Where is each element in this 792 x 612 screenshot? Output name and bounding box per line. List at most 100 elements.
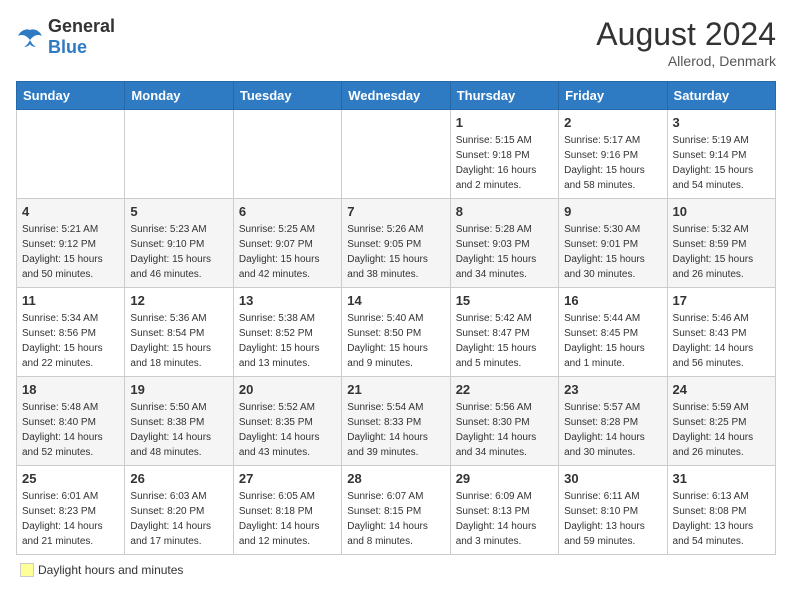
day-info-31: Sunrise: 6:13 AM Sunset: 8:08 PM Dayligh… [673,489,770,549]
day-info-29: Sunrise: 6:09 AM Sunset: 8:13 PM Dayligh… [456,489,553,549]
day-info-18: Sunrise: 5:48 AM Sunset: 8:40 PM Dayligh… [22,400,119,460]
cell-week4-day6: 31 Sunrise: 6:13 AM Sunset: 8:08 PM Dayli… [667,466,775,555]
cell-week2-day5: 16 Sunrise: 5:44 AM Sunset: 8:45 PM Dayli… [559,288,667,377]
day-number-16: 16 [564,293,661,308]
day-number-13: 13 [239,293,336,308]
day-number-14: 14 [347,293,444,308]
cell-week0-day5: 2 Sunrise: 5:17 AM Sunset: 9:16 PM Daylig… [559,110,667,199]
location-subtitle: Allerod, Denmark [596,53,776,69]
day-info-17: Sunrise: 5:46 AM Sunset: 8:43 PM Dayligh… [673,311,770,371]
week-row-3: 18 Sunrise: 5:48 AM Sunset: 8:40 PM Dayli… [17,377,776,466]
month-year-title: August 2024 [596,16,776,53]
logo-bird-icon [16,26,44,48]
legend-daylight: Daylight hours and minutes [20,563,183,577]
logo-general: General [48,16,115,36]
col-friday: Friday [559,82,667,110]
title-block: August 2024 Allerod, Denmark [596,16,776,69]
cell-week1-day5: 9 Sunrise: 5:30 AM Sunset: 9:01 PM Daylig… [559,199,667,288]
day-info-23: Sunrise: 5:57 AM Sunset: 8:28 PM Dayligh… [564,400,661,460]
day-number-5: 5 [130,204,227,219]
week-row-2: 11 Sunrise: 5:34 AM Sunset: 8:56 PM Dayli… [17,288,776,377]
cell-week4-day4: 29Sunrise: 6:09 AM Sunset: 8:13 PM Dayli… [450,466,558,555]
cell-week0-day1 [125,110,233,199]
logo-blue: Blue [48,37,87,57]
week-row-1: 4Sunrise: 5:21 AM Sunset: 9:12 PM Daylig… [17,199,776,288]
day-info-8: Sunrise: 5:28 AM Sunset: 9:03 PM Dayligh… [456,222,553,282]
cell-week3-day4: 22 Sunrise: 5:56 AM Sunset: 8:30 PM Dayli… [450,377,558,466]
day-number-11: 11 [22,293,119,308]
day-number-22: 22 [456,382,553,397]
cell-week2-day0: 11 Sunrise: 5:34 AM Sunset: 8:56 PM Dayli… [17,288,125,377]
day-number-21: 21 [347,382,444,397]
day-info-11: Sunrise: 5:34 AM Sunset: 8:56 PM Dayligh… [22,311,119,371]
day-number-2: 2 [564,115,661,130]
cell-week1-day2: 6Sunrise: 5:25 AM Sunset: 9:07 PM Daylig… [233,199,341,288]
cell-week3-day2: 20Sunrise: 5:52 AM Sunset: 8:35 PM Dayli… [233,377,341,466]
cell-week4-day1: 26 Sunrise: 6:03 AM Sunset: 8:20 PM Dayli… [125,466,233,555]
day-number-30: 30 [564,471,661,486]
page-header: General Blue August 2024 Allerod, Denmar… [16,16,776,69]
calendar-table: Sunday Monday Tuesday Wednesday Thursday… [16,81,776,555]
day-info-24: Sunrise: 5:59 AM Sunset: 8:25 PM Dayligh… [673,400,770,460]
day-number-19: 19 [130,382,227,397]
day-number-26: 26 [130,471,227,486]
day-number-24: 24 [673,382,770,397]
day-info-6: Sunrise: 5:25 AM Sunset: 9:07 PM Dayligh… [239,222,336,282]
week-row-0: 1 Sunrise: 5:15 AM Sunset: 9:18 PM Daylig… [17,110,776,199]
day-number-9: 9 [564,204,661,219]
legend-daylight-label: Daylight hours [38,563,115,577]
cell-week2-day2: 13 Sunrise: 5:38 AM Sunset: 8:52 PM Dayli… [233,288,341,377]
cell-week3-day0: 18 Sunrise: 5:48 AM Sunset: 8:40 PM Dayli… [17,377,125,466]
cell-week3-day6: 24 Sunrise: 5:59 AM Sunset: 8:25 PM Dayli… [667,377,775,466]
cell-week1-day6: 10Sunrise: 5:32 AM Sunset: 8:59 PM Dayli… [667,199,775,288]
cell-week4-day0: 25Sunrise: 6:01 AM Sunset: 8:23 PM Dayli… [17,466,125,555]
day-number-12: 12 [130,293,227,308]
day-number-23: 23 [564,382,661,397]
cell-week3-day5: 23 Sunrise: 5:57 AM Sunset: 8:28 PM Dayli… [559,377,667,466]
col-monday: Monday [125,82,233,110]
day-info-5: Sunrise: 5:23 AM Sunset: 9:10 PM Dayligh… [130,222,227,282]
day-info-1: Sunrise: 5:15 AM Sunset: 9:18 PM Dayligh… [456,133,553,193]
day-number-31: 31 [673,471,770,486]
day-number-7: 7 [347,204,444,219]
legend-and-minutes-label: and minutes [118,563,183,577]
cell-week0-day3 [342,110,450,199]
col-saturday: Saturday [667,82,775,110]
day-number-18: 18 [22,382,119,397]
day-info-12: Sunrise: 5:36 AM Sunset: 8:54 PM Dayligh… [130,311,227,371]
cell-week0-day2 [233,110,341,199]
cell-week4-day3: 28 Sunrise: 6:07 AM Sunset: 8:15 PM Dayli… [342,466,450,555]
day-info-26: Sunrise: 6:03 AM Sunset: 8:20 PM Dayligh… [130,489,227,549]
day-info-27: Sunrise: 6:05 AM Sunset: 8:18 PM Dayligh… [239,489,336,549]
day-number-4: 4 [22,204,119,219]
day-info-16: Sunrise: 5:44 AM Sunset: 8:45 PM Dayligh… [564,311,661,371]
day-info-19: Sunrise: 5:50 AM Sunset: 8:38 PM Dayligh… [130,400,227,460]
col-thursday: Thursday [450,82,558,110]
day-number-3: 3 [673,115,770,130]
day-info-2: Sunrise: 5:17 AM Sunset: 9:16 PM Dayligh… [564,133,661,193]
cell-week0-day4: 1 Sunrise: 5:15 AM Sunset: 9:18 PM Daylig… [450,110,558,199]
cell-week1-day4: 8Sunrise: 5:28 AM Sunset: 9:03 PM Daylig… [450,199,558,288]
day-info-13: Sunrise: 5:38 AM Sunset: 8:52 PM Dayligh… [239,311,336,371]
col-sunday: Sunday [17,82,125,110]
week-row-4: 25Sunrise: 6:01 AM Sunset: 8:23 PM Dayli… [17,466,776,555]
col-wednesday: Wednesday [342,82,450,110]
day-number-17: 17 [673,293,770,308]
cell-week4-day2: 27Sunrise: 6:05 AM Sunset: 8:18 PM Dayli… [233,466,341,555]
day-info-28: Sunrise: 6:07 AM Sunset: 8:15 PM Dayligh… [347,489,444,549]
day-info-9: Sunrise: 5:30 AM Sunset: 9:01 PM Dayligh… [564,222,661,282]
day-number-15: 15 [456,293,553,308]
day-info-7: Sunrise: 5:26 AM Sunset: 9:05 PM Dayligh… [347,222,444,282]
cell-week1-day3: 7 Sunrise: 5:26 AM Sunset: 9:05 PM Daylig… [342,199,450,288]
cell-week0-day6: 3Sunrise: 5:19 AM Sunset: 9:14 PM Daylig… [667,110,775,199]
day-number-1: 1 [456,115,553,130]
legend-yellow-box [20,563,34,577]
cell-week2-day3: 14Sunrise: 5:40 AM Sunset: 8:50 PM Dayli… [342,288,450,377]
day-info-21: Sunrise: 5:54 AM Sunset: 8:33 PM Dayligh… [347,400,444,460]
calendar-header-row: Sunday Monday Tuesday Wednesday Thursday… [17,82,776,110]
legend: Daylight hours and minutes [16,563,776,577]
cell-week0-day0 [17,110,125,199]
day-info-22: Sunrise: 5:56 AM Sunset: 8:30 PM Dayligh… [456,400,553,460]
day-number-28: 28 [347,471,444,486]
col-tuesday: Tuesday [233,82,341,110]
